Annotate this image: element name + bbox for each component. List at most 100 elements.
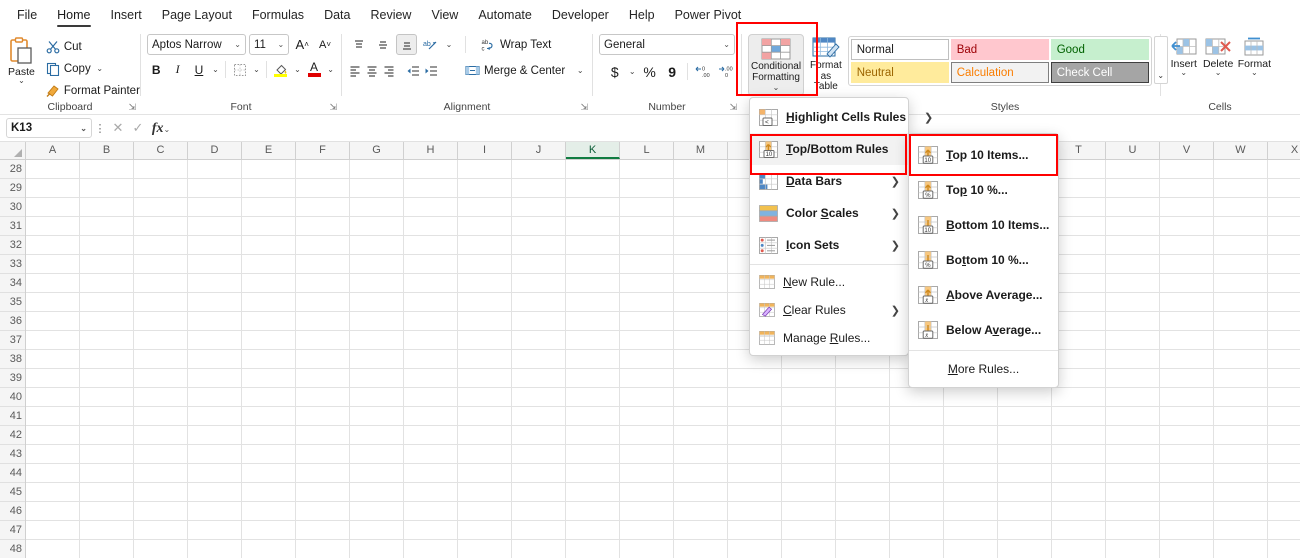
- cell-J35[interactable]: [512, 293, 566, 312]
- row-header-37[interactable]: 37: [0, 331, 25, 350]
- cell-G30[interactable]: [350, 198, 404, 217]
- row-header-45[interactable]: 45: [0, 483, 25, 502]
- currency-button[interactable]: $: [605, 61, 625, 82]
- cell-B33[interactable]: [80, 255, 134, 274]
- ribbon-tab-page-layout[interactable]: Page Layout: [153, 4, 241, 27]
- row-header-28[interactable]: 28: [0, 160, 25, 179]
- cell-H39[interactable]: [404, 369, 458, 388]
- cell-F43[interactable]: [296, 445, 350, 464]
- cell-J33[interactable]: [512, 255, 566, 274]
- cell-W29[interactable]: [1214, 179, 1268, 198]
- cell-T47[interactable]: [1052, 521, 1106, 540]
- cell-G34[interactable]: [350, 274, 404, 293]
- cell-F31[interactable]: [296, 217, 350, 236]
- cell-S43[interactable]: [998, 445, 1052, 464]
- cell-C47[interactable]: [134, 521, 188, 540]
- cell-P45[interactable]: [836, 483, 890, 502]
- cell-E34[interactable]: [242, 274, 296, 293]
- cell-T45[interactable]: [1052, 483, 1106, 502]
- cell-C31[interactable]: [134, 217, 188, 236]
- cell-T40[interactable]: [1052, 388, 1106, 407]
- cell-K37[interactable]: [566, 331, 620, 350]
- cell-K34[interactable]: [566, 274, 620, 293]
- alignment-dialog-launcher[interactable]: ⇲: [580, 102, 588, 113]
- cell-U33[interactable]: [1106, 255, 1160, 274]
- cell-U47[interactable]: [1106, 521, 1160, 540]
- chevron-down-icon[interactable]: ⌄: [95, 64, 105, 73]
- cell-L28[interactable]: [620, 160, 674, 179]
- cell-style-bad[interactable]: Bad: [950, 39, 1049, 60]
- comma-style-button[interactable]: 9: [662, 61, 682, 82]
- conditional-formatting-menu[interactable]: < Highlight Cells Rules ❯ 10 Top/Bottom Rule…: [749, 97, 933, 356]
- cell-O47[interactable]: [782, 521, 836, 540]
- cell-U48[interactable]: [1106, 540, 1160, 558]
- column-header-U[interactable]: U: [1106, 142, 1160, 159]
- cell-V47[interactable]: [1160, 521, 1214, 540]
- cell-V30[interactable]: [1160, 198, 1214, 217]
- cell-I34[interactable]: [458, 274, 512, 293]
- cell-H37[interactable]: [404, 331, 458, 350]
- cell-M45[interactable]: [674, 483, 728, 502]
- increase-decimal-button[interactable]: 0 .00: [693, 61, 713, 82]
- cell-C39[interactable]: [134, 369, 188, 388]
- cell-A36[interactable]: [26, 312, 80, 331]
- cell-K39[interactable]: [566, 369, 620, 388]
- ribbon-tab-formulas[interactable]: Formulas: [243, 4, 313, 27]
- cell-M36[interactable]: [674, 312, 728, 331]
- cell-V35[interactable]: [1160, 293, 1214, 312]
- cell-W31[interactable]: [1214, 217, 1268, 236]
- fill-color-button[interactable]: [272, 59, 290, 80]
- cell-K32[interactable]: [566, 236, 620, 255]
- cell-H35[interactable]: [404, 293, 458, 312]
- cell-M29[interactable]: [674, 179, 728, 198]
- cut-button[interactable]: Cut: [42, 36, 144, 57]
- cell-X32[interactable]: [1268, 236, 1300, 255]
- cell-J37[interactable]: [512, 331, 566, 350]
- font-name-combo[interactable]: Aptos Narrow ⌄: [147, 34, 246, 55]
- format-as-table-button[interactable]: Format as Table ⌄: [808, 34, 844, 101]
- align-right-button[interactable]: [382, 60, 396, 81]
- cell-O48[interactable]: [782, 540, 836, 558]
- row-header-44[interactable]: 44: [0, 464, 25, 483]
- cell-I40[interactable]: [458, 388, 512, 407]
- cell-E45[interactable]: [242, 483, 296, 502]
- cell-J36[interactable]: [512, 312, 566, 331]
- cell-S45[interactable]: [998, 483, 1052, 502]
- row-header-39[interactable]: 39: [0, 369, 25, 388]
- cell-X47[interactable]: [1268, 521, 1300, 540]
- cell-P44[interactable]: [836, 464, 890, 483]
- cell-Q48[interactable]: [890, 540, 944, 558]
- decrease-decimal-button[interactable]: .00 0: [715, 61, 735, 82]
- cell-L36[interactable]: [620, 312, 674, 331]
- cell-F34[interactable]: [296, 274, 350, 293]
- cell-H28[interactable]: [404, 160, 458, 179]
- cell-H31[interactable]: [404, 217, 458, 236]
- cell-K48[interactable]: [566, 540, 620, 558]
- column-header-H[interactable]: H: [404, 142, 458, 159]
- number-dialog-launcher[interactable]: ⇲: [729, 102, 737, 113]
- cell-A31[interactable]: [26, 217, 80, 236]
- cell-G31[interactable]: [350, 217, 404, 236]
- cell-Q45[interactable]: [890, 483, 944, 502]
- align-center-button[interactable]: [365, 60, 379, 81]
- cell-W35[interactable]: [1214, 293, 1268, 312]
- column-header-B[interactable]: B: [80, 142, 134, 159]
- cell-M35[interactable]: [674, 293, 728, 312]
- top-bottom-rules-submenu[interactable]: 10 Top 10 Items...% Top 10 %... 10 Bottom 10…: [908, 133, 1059, 388]
- cell-C37[interactable]: [134, 331, 188, 350]
- cell-K40[interactable]: [566, 388, 620, 407]
- cell-A46[interactable]: [26, 502, 80, 521]
- name-box[interactable]: K13 ⌄: [6, 118, 92, 138]
- chevron-down-icon[interactable]: ⌄: [211, 65, 220, 74]
- cell-N40[interactable]: [728, 388, 782, 407]
- cell-Q41[interactable]: [890, 407, 944, 426]
- cell-E47[interactable]: [242, 521, 296, 540]
- cell-L32[interactable]: [620, 236, 674, 255]
- cell-P48[interactable]: [836, 540, 890, 558]
- cell-A30[interactable]: [26, 198, 80, 217]
- cell-V45[interactable]: [1160, 483, 1214, 502]
- cell-U31[interactable]: [1106, 217, 1160, 236]
- cell-O46[interactable]: [782, 502, 836, 521]
- cell-H29[interactable]: [404, 179, 458, 198]
- cell-W41[interactable]: [1214, 407, 1268, 426]
